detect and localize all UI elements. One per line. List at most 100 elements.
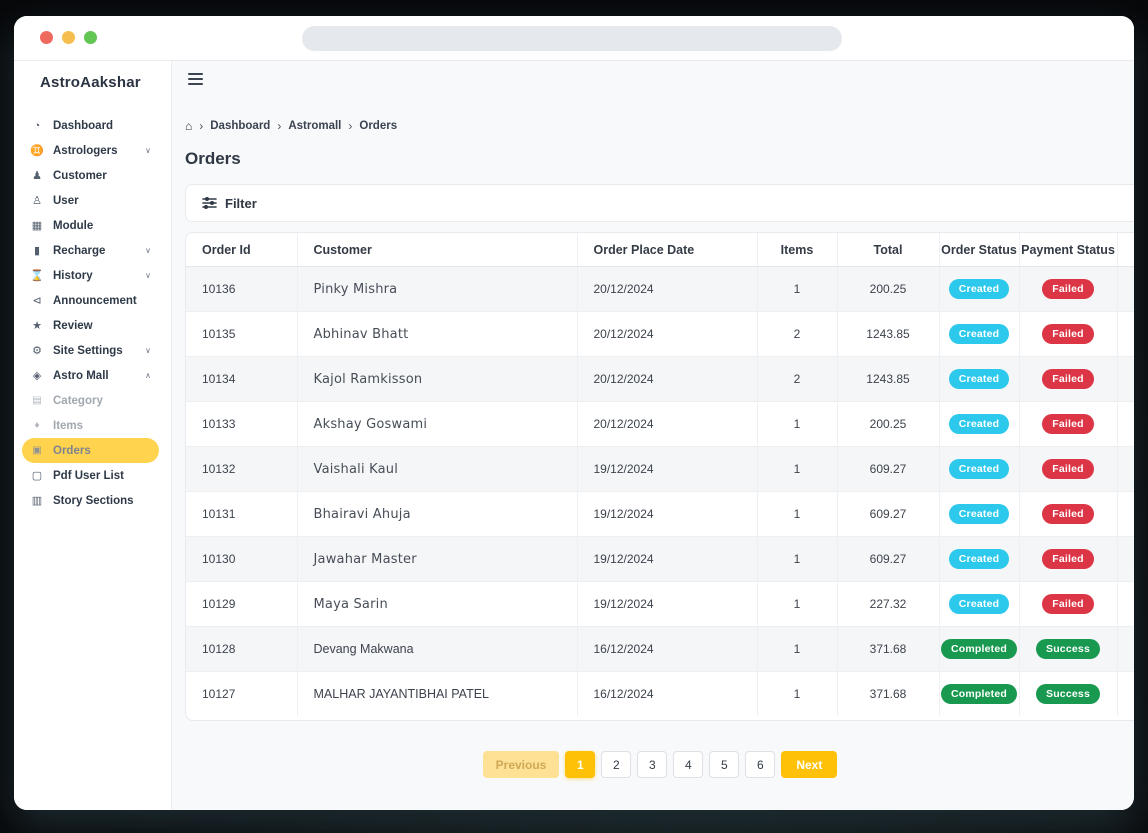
order-status-cell: Created xyxy=(939,402,1019,447)
customer-name: Kajol Ramkisson xyxy=(314,372,423,387)
review-icon: ★ xyxy=(30,319,44,332)
sidebar-item-astro-mall[interactable]: ◈Astro Mall∧ xyxy=(22,363,159,388)
sidebar-item-label: History xyxy=(53,270,93,282)
breadcrumb-item-dashboard[interactable]: Dashboard xyxy=(210,120,270,132)
extra-cell xyxy=(1117,312,1134,357)
minimize-window-button[interactable] xyxy=(62,31,75,44)
desktop-background: AstroAakshar ◔Dashboard♊Astrologers∨♟Cus… xyxy=(0,0,1148,833)
extra-cell xyxy=(1117,267,1134,312)
customer-icon: ♟ xyxy=(30,169,44,182)
sidebar-item-site-settings[interactable]: ⚙Site Settings∨ xyxy=(22,338,159,363)
table-row: 10134Kajol Ramkisson20/12/202421243.85Cr… xyxy=(186,357,1134,402)
sidebar-item-history[interactable]: ⌛History∨ xyxy=(22,263,159,288)
pagination-page-3[interactable]: 3 xyxy=(637,751,667,778)
chevron-down-icon: ∨ xyxy=(145,346,151,355)
pagination-next-button[interactable]: Next xyxy=(781,751,837,778)
sidebar-item-dashboard[interactable]: ◔Dashboard xyxy=(22,113,159,138)
sidebar-item-orders[interactable]: ▣ Orders xyxy=(22,438,159,463)
breadcrumb: ⌂›Dashboard›Astromall›Orders xyxy=(185,119,1134,133)
payment-status-badge: Success xyxy=(1036,684,1100,704)
sidebar-item-module[interactable]: ▦Module xyxy=(22,213,159,238)
customer-cell: Kajol Ramkisson xyxy=(297,357,577,402)
close-window-button[interactable] xyxy=(40,31,53,44)
order-id-cell: 10135 xyxy=(186,312,297,357)
pagination-page-2[interactable]: 2 xyxy=(601,751,631,778)
column-header-total: Total xyxy=(837,233,939,267)
payment-status-badge: Failed xyxy=(1042,459,1094,479)
column-header-customer: Customer xyxy=(297,233,577,267)
browser-window: AstroAakshar ◔Dashboard♊Astrologers∨♟Cus… xyxy=(14,16,1134,810)
sidebar-item-story-sections[interactable]: ▥Story Sections xyxy=(22,488,159,513)
sidebar-item-user[interactable]: ♙User xyxy=(22,188,159,213)
pagination-previous-button[interactable]: Previous xyxy=(483,751,560,778)
order-date-cell: 19/12/2024 xyxy=(577,537,757,582)
pagination-page-4[interactable]: 4 xyxy=(673,751,703,778)
total-cell: 609.27 xyxy=(837,537,939,582)
total-cell: 227.32 xyxy=(837,582,939,627)
sidebar-item-items[interactable]: ♦Items xyxy=(22,413,159,438)
sidebar-item-category[interactable]: ▤Category xyxy=(22,388,159,413)
filter-panel[interactable]: Filter xyxy=(185,184,1134,222)
sidebar-item-label: Story Sections xyxy=(53,495,134,507)
pagination-page-5[interactable]: 5 xyxy=(709,751,739,778)
items-count-cell: 1 xyxy=(757,582,837,627)
sidebar-nav: ◔Dashboard♊Astrologers∨♟Customer♙User▦Mo… xyxy=(14,113,171,513)
zoom-window-button[interactable] xyxy=(84,31,97,44)
address-bar[interactable] xyxy=(302,26,842,51)
orders-table-card: Order IdCustomerOrder Place DateItemsTot… xyxy=(185,232,1134,721)
menu-toggle-button[interactable] xyxy=(188,73,203,85)
payment-status-badge: Success xyxy=(1036,639,1100,659)
chevron-down-icon: ∨ xyxy=(145,246,151,255)
payment-status-cell: Failed xyxy=(1019,312,1117,357)
pagination-page-1[interactable]: 1 xyxy=(565,751,595,778)
sidebar-item-label: Pdf User List xyxy=(53,470,124,482)
items-count-cell: 1 xyxy=(757,447,837,492)
brand-logo: AstroAakshar xyxy=(14,61,171,91)
announcement-icon: ⊲ xyxy=(30,294,44,307)
extra-cell xyxy=(1117,492,1134,537)
sidebar-item-announcement[interactable]: ⊲Announcement xyxy=(22,288,159,313)
extra-cell xyxy=(1117,537,1134,582)
order-id-cell: 10130 xyxy=(186,537,297,582)
main-content: ⌂›Dashboard›Astromall›Orders Orders xyxy=(172,61,1134,810)
traffic-lights xyxy=(40,31,97,44)
order-status-badge: Completed xyxy=(941,639,1017,659)
order-date-cell: 16/12/2024 xyxy=(577,627,757,672)
sidebar-item-pdf-user-list[interactable]: ▢Pdf User List xyxy=(22,463,159,488)
extra-cell xyxy=(1117,447,1134,492)
sidebar-item-label: Dashboard xyxy=(53,120,113,132)
customer-name: MALHAR JAYANTIBHAI PATEL xyxy=(314,687,490,701)
customer-cell: Maya Sarin xyxy=(297,582,577,627)
order-date-cell: 20/12/2024 xyxy=(577,312,757,357)
items-count-cell: 1 xyxy=(757,267,837,312)
sidebar-item-label: Orders xyxy=(53,445,91,457)
sidebar-item-review[interactable]: ★Review xyxy=(22,313,159,338)
payment-status-cell: Failed xyxy=(1019,582,1117,627)
astro-mall-icon: ◈ xyxy=(30,369,44,382)
breadcrumb-item-astromall[interactable]: Astromall xyxy=(288,120,341,132)
order-id-cell: 10127 xyxy=(186,672,297,717)
customer-name: Akshay Goswami xyxy=(314,417,428,432)
order-status-badge: Created xyxy=(949,414,1010,434)
order-id-cell: 10133 xyxy=(186,402,297,447)
items-count-cell: 2 xyxy=(757,312,837,357)
customer-cell: Vaishali Kaul xyxy=(297,447,577,492)
payment-status-badge: Failed xyxy=(1042,369,1094,389)
sidebar-item-astrologers[interactable]: ♊Astrologers∨ xyxy=(22,138,159,163)
customer-name: Devang Makwana xyxy=(314,642,414,656)
column-header-order-place-date: Order Place Date xyxy=(577,233,757,267)
customer-cell: MALHAR JAYANTIBHAI PATEL xyxy=(297,672,577,717)
filter-label: Filter xyxy=(225,196,257,211)
pagination-page-6[interactable]: 6 xyxy=(745,751,775,778)
items-count-cell: 1 xyxy=(757,672,837,717)
sidebar-item-recharge[interactable]: ▮Recharge∨ xyxy=(22,238,159,263)
table-row: 10133Akshay Goswami20/12/20241200.25Crea… xyxy=(186,402,1134,447)
order-id-cell: 10128 xyxy=(186,627,297,672)
total-cell: 200.25 xyxy=(837,402,939,447)
breadcrumb-item-orders[interactable]: Orders xyxy=(359,120,397,132)
sidebar-item-customer[interactable]: ♟Customer xyxy=(22,163,159,188)
orders-icon: ▣ xyxy=(30,445,44,456)
table-row: 10131Bhairavi Ahuja19/12/20241609.27Crea… xyxy=(186,492,1134,537)
sidebar-item-label: Module xyxy=(53,220,93,232)
home-icon[interactable]: ⌂ xyxy=(185,119,192,133)
